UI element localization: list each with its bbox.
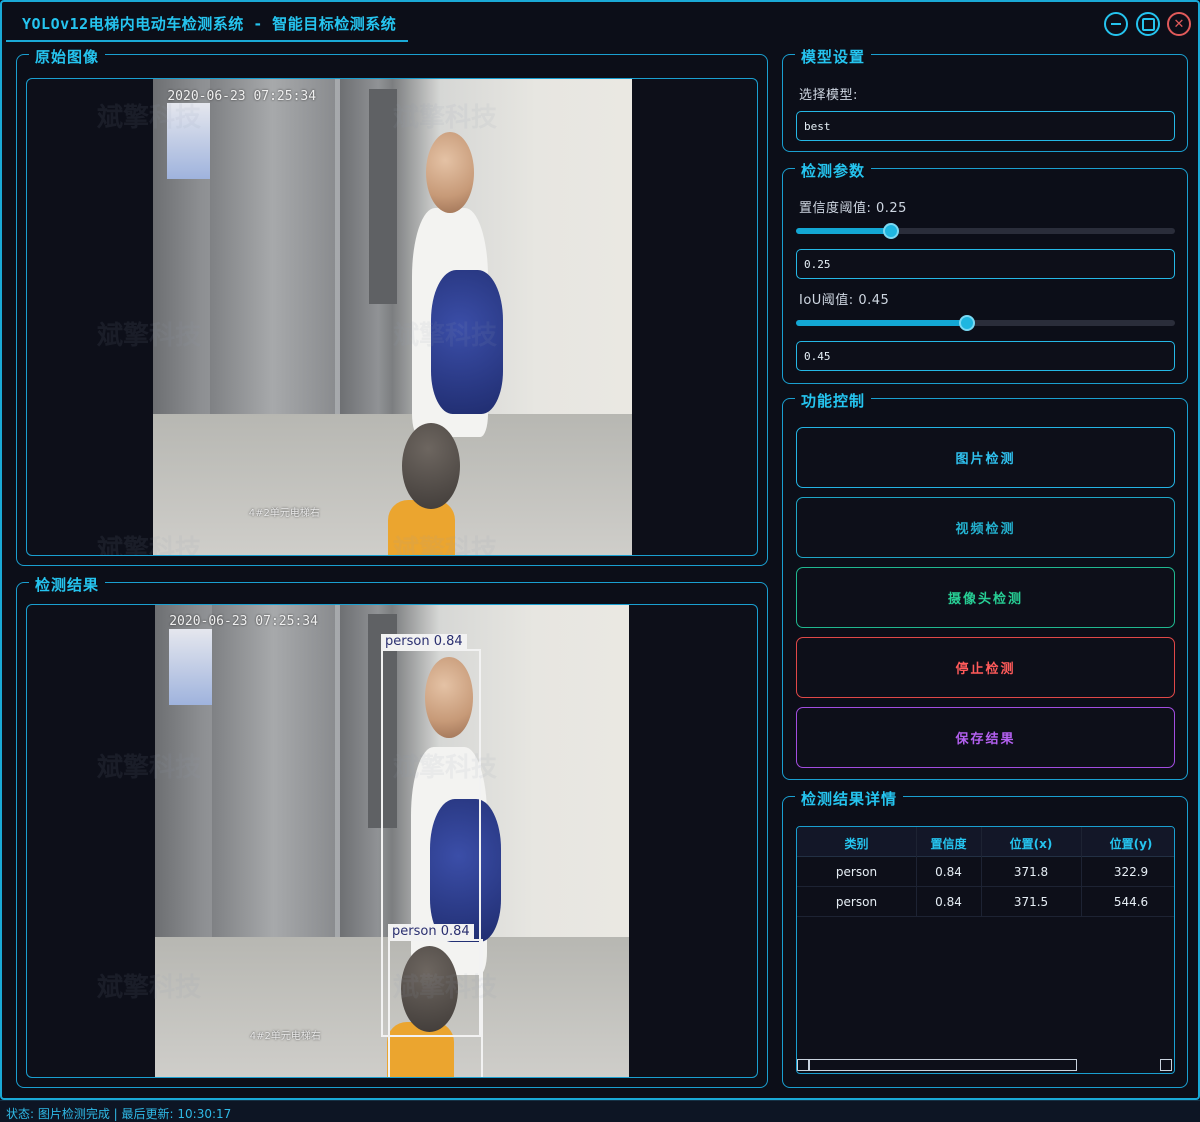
result-image-frame: 2020-06-23 07:25:34 4#2单元电梯右 person 0.84… (26, 604, 758, 1078)
original-image: 2020-06-23 07:25:34 4#2单元电梯右 (153, 79, 632, 555)
column-header-y[interactable]: 位置(y) (1081, 835, 1174, 852)
iou-input[interactable]: 0.45 (796, 341, 1175, 371)
main-window: YOLOv12电梯内电动车检测系统 - 智能目标检测系统 ✕ 原始图像 2020… (0, 0, 1200, 1100)
image-detect-button[interactable]: 图片检测 (796, 427, 1175, 488)
function-controls-title: 功能控制 (795, 390, 872, 411)
iou-slider-fill (796, 320, 967, 326)
image-timestamp: 2020-06-23 07:25:34 (169, 614, 318, 630)
cell-confidence: 0.84 (935, 865, 962, 879)
original-image-panel: 原始图像 2020-06-23 07:25:34 4#2单元电梯右 斌擎科技 斌… (16, 46, 768, 566)
column-header-class[interactable]: 类别 (797, 835, 916, 852)
result-table[interactable]: 类别 置信度 位置(x) 位置(y) person 0.84 371.8 322… (796, 826, 1175, 1074)
camera-detect-button[interactable]: 摄像头检测 (796, 567, 1175, 628)
confidence-slider-handle[interactable] (882, 223, 899, 239)
status-bar: 状态: 图片检测完成 | 最后更新: 10:30:17 (0, 1100, 1200, 1122)
horizontal-scrollbar[interactable] (797, 1059, 1174, 1073)
iou-slider-handle[interactable] (958, 315, 975, 331)
detection-params-title: 检测参数 (795, 160, 872, 181)
result-image-title: 检测结果 (29, 574, 106, 595)
iou-slider[interactable] (796, 315, 1175, 331)
window-title: YOLOv12电梯内电动车检测系统 - 智能目标检测系统 (22, 15, 397, 33)
cell-x: 371.5 (1013, 895, 1049, 909)
scroll-right-icon[interactable] (1160, 1059, 1172, 1071)
original-image-frame: 2020-06-23 07:25:34 4#2单元电梯右 斌擎科技 斌擎科技 斌… (26, 78, 758, 556)
result-image: 2020-06-23 07:25:34 4#2单元电梯右 person 0.84… (155, 605, 629, 1077)
title-bar[interactable]: YOLOv12电梯内电动车检测系统 - 智能目标检测系统 ✕ (2, 2, 1198, 44)
detection-label: person 0.84 (388, 924, 474, 940)
table-row[interactable]: person 0.84 371.5 544.6 (797, 887, 1174, 917)
cell-class: person (835, 895, 878, 909)
confidence-slider-fill (796, 228, 891, 234)
model-settings-title: 模型设置 (795, 46, 872, 67)
result-details-title: 检测结果详情 (795, 788, 904, 809)
column-header-confidence[interactable]: 置信度 (916, 835, 981, 852)
detection-label: person 0.84 (381, 634, 467, 650)
title-underline (6, 40, 408, 42)
column-header-x[interactable]: 位置(x) (981, 835, 1081, 852)
scroll-left-icon[interactable] (797, 1059, 809, 1071)
table-header: 类别 置信度 位置(x) 位置(y) (797, 827, 1174, 857)
maximize-icon[interactable] (1136, 12, 1160, 36)
cell-x: 371.8 (1013, 865, 1049, 879)
original-image-title: 原始图像 (29, 46, 106, 67)
cell-class: person (835, 865, 878, 879)
result-image-panel: 检测结果 2020-06-23 07:25:34 4#2单元电梯右 person… (16, 574, 768, 1088)
close-icon[interactable]: ✕ (1167, 12, 1191, 36)
image-timestamp: 2020-06-23 07:25:34 (167, 88, 317, 104)
cell-y: 322.9 (1113, 865, 1149, 879)
stop-detect-button[interactable]: 停止检测 (796, 637, 1175, 698)
scrollbar-thumb[interactable] (809, 1059, 1077, 1071)
video-detect-button[interactable]: 视频检测 (796, 497, 1175, 558)
model-select[interactable]: best (796, 111, 1175, 141)
image-caption: 4#2单元电梯右 (248, 508, 320, 520)
model-select-label: 选择模型: (799, 88, 858, 103)
iou-label: IoU阈值: 0.45 (799, 293, 890, 308)
cell-confidence: 0.84 (935, 895, 962, 909)
save-result-button[interactable]: 保存结果 (796, 707, 1175, 768)
cell-y: 544.6 (1113, 895, 1149, 909)
image-caption: 4#2单元电梯右 (249, 1030, 321, 1042)
confidence-input[interactable]: 0.25 (796, 249, 1175, 279)
confidence-label: 置信度阈值: 0.25 (799, 201, 907, 216)
detection-box: person 0.84 (388, 924, 483, 1077)
confidence-slider[interactable] (796, 223, 1175, 239)
minimize-icon[interactable] (1104, 12, 1128, 36)
table-row[interactable]: person 0.84 371.8 322.9 (797, 857, 1174, 887)
status-text: 状态: 图片检测完成 | 最后更新: 10:30:17 (6, 1107, 232, 1121)
